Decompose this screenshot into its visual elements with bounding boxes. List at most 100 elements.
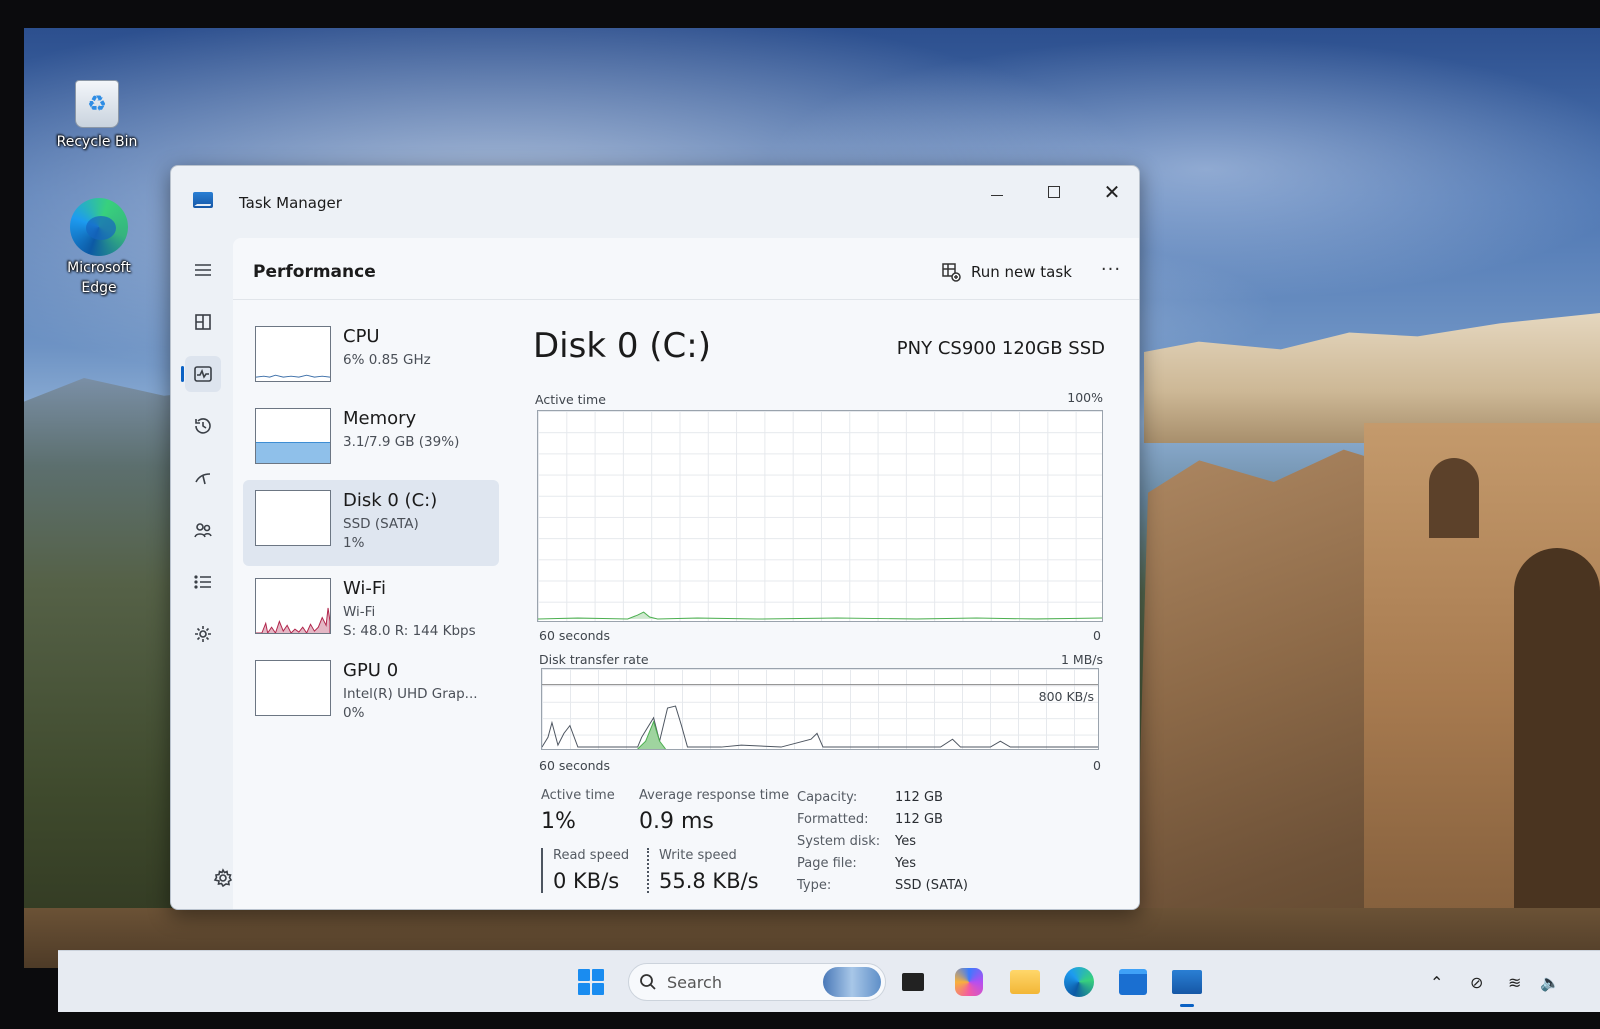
edge-icon xyxy=(70,198,128,256)
device-name: Memory xyxy=(343,408,417,429)
active-time-graph xyxy=(537,410,1103,622)
task-manager-icon xyxy=(1172,970,1202,994)
device-item-memory[interactable]: Memory 3.1/7.9 GB (39%) xyxy=(243,398,499,478)
processes-icon xyxy=(195,314,211,330)
wifi-mini-graph xyxy=(255,578,331,634)
file-explorer-button[interactable] xyxy=(1006,963,1044,1001)
prop-label-type: Type: xyxy=(797,878,832,893)
task-manager-window: Task Manager ✕ Performance Run new task … xyxy=(170,165,1140,910)
device-detail: SSD (SATA) xyxy=(343,516,419,532)
nav-startup-apps[interactable] xyxy=(185,460,221,496)
main-header: Performance Run new task ··· xyxy=(233,238,1139,300)
prop-value-type: SSD (SATA) xyxy=(895,878,968,893)
nav-performance[interactable] xyxy=(181,356,221,392)
device-throughput: S: 48.0 R: 144 Kbps xyxy=(343,623,476,639)
task-view-icon xyxy=(902,973,924,991)
device-detail: 6% 0.85 GHz xyxy=(343,352,431,368)
details-icon xyxy=(194,575,211,589)
cpu-mini-graph xyxy=(255,326,331,382)
device-usage: 0% xyxy=(343,705,365,721)
task-view-button[interactable] xyxy=(894,963,932,1001)
disk-mini-graph xyxy=(255,490,331,546)
network-offline-icon[interactable]: ⊘ xyxy=(1470,973,1483,992)
edge-taskbar-button[interactable] xyxy=(1060,963,1098,1001)
active-time-span: 60 seconds xyxy=(539,628,610,643)
more-options-button[interactable]: ··· xyxy=(1095,254,1127,286)
tray-overflow-icon[interactable]: ⌃ xyxy=(1430,973,1443,992)
nav-details[interactable] xyxy=(185,564,221,600)
transfer-rate-graph: 800 KB/s xyxy=(541,668,1099,750)
device-name: Wi-Fi xyxy=(343,578,386,599)
start-button[interactable] xyxy=(572,963,610,1001)
stat-value: 1% xyxy=(541,809,576,834)
gpu-mini-graph xyxy=(255,660,331,716)
wifi-icon[interactable]: ≋ xyxy=(1508,973,1521,992)
run-new-task-button[interactable]: Run new task xyxy=(933,256,1080,288)
prop-value-system-disk: Yes xyxy=(895,834,916,849)
device-detail: Intel(R) UHD Grap... xyxy=(343,686,478,702)
copilot-button[interactable] xyxy=(950,963,988,1001)
minimize-button[interactable] xyxy=(971,174,1023,210)
active-time-max: 100% xyxy=(1067,390,1103,405)
close-button[interactable]: ✕ xyxy=(1086,174,1138,210)
task-manager-app-icon xyxy=(193,192,213,208)
stat-label: Read speed xyxy=(553,848,630,863)
nav-hamburger[interactable] xyxy=(185,252,221,288)
hamburger-menu-icon xyxy=(195,264,211,276)
store-button[interactable] xyxy=(1114,963,1152,1001)
prop-label-capacity: Capacity: xyxy=(797,790,858,805)
device-detail: Wi-Fi xyxy=(343,604,376,620)
disk-detail-pane: Disk 0 (C:) PNY CS900 120GB SSD Active t… xyxy=(529,316,1109,896)
device-name: GPU 0 xyxy=(343,660,399,681)
edge-icon xyxy=(1064,967,1094,997)
transfer-rate-min: 0 xyxy=(1093,758,1101,773)
taskbar: Search ⌃ ⊘ ≋ 🔈 xyxy=(58,950,1600,1012)
performance-icon xyxy=(194,366,212,382)
device-name: Disk 0 (C:) xyxy=(343,490,438,511)
nav-app-history[interactable] xyxy=(185,408,221,444)
stat-label: Average response time xyxy=(639,788,790,803)
close-icon: ✕ xyxy=(1103,180,1121,204)
desktop-icon-edge[interactable]: Microsoft Edge xyxy=(54,198,144,298)
prop-value-formatted: 112 GB xyxy=(895,812,943,827)
task-manager-taskbar-button[interactable] xyxy=(1168,963,1206,1007)
taskbar-search[interactable]: Search xyxy=(628,963,886,1001)
device-item-gpu[interactable]: GPU 0 Intel(R) UHD Grap... 0% xyxy=(243,650,499,730)
device-name: CPU xyxy=(343,326,380,347)
nav-users[interactable] xyxy=(185,512,221,548)
stat-value: 0 KB/s xyxy=(553,869,620,893)
startup-apps-icon xyxy=(195,473,211,485)
stat-write-speed: Write speed 55.8 KB/s xyxy=(647,848,759,893)
stat-read-speed: Read speed 0 KB/s xyxy=(541,848,629,893)
run-new-task-label: Run new task xyxy=(971,263,1072,281)
main-panel: Performance Run new task ··· CPU 6% 0.85… xyxy=(233,238,1139,909)
volume-icon[interactable]: 🔈 xyxy=(1540,973,1560,992)
maximize-button[interactable] xyxy=(1028,174,1080,210)
minimize-icon xyxy=(991,194,1003,196)
device-usage: 1% xyxy=(343,535,365,551)
desktop-icon-label: Recycle Bin xyxy=(56,134,138,150)
stat-label: Active time xyxy=(541,788,615,803)
store-icon xyxy=(1119,969,1147,995)
search-placeholder: Search xyxy=(667,972,722,992)
active-time-min: 0 xyxy=(1093,628,1101,643)
nav-processes[interactable] xyxy=(185,304,221,340)
settings-icon xyxy=(213,868,233,888)
wallpaper-bridge-arch xyxy=(1514,548,1600,968)
nav-rail xyxy=(171,238,233,908)
device-item-wifi[interactable]: Wi-Fi Wi-Fi S: 48.0 R: 144 Kbps xyxy=(243,568,499,648)
title-bar[interactable]: Task Manager ✕ xyxy=(171,166,1139,238)
device-item-disk[interactable]: Disk 0 (C:) SSD (SATA) 1% xyxy=(243,480,499,566)
nav-services[interactable] xyxy=(185,616,221,652)
device-list: CPU 6% 0.85 GHz Memory 3.1/7.9 GB (39%) … xyxy=(243,316,499,732)
search-icon xyxy=(640,974,656,990)
prop-value-capacity: 112 GB xyxy=(895,790,943,805)
prop-value-page-file: Yes xyxy=(895,856,916,871)
prop-label-system-disk: System disk: xyxy=(797,834,881,849)
desktop-icon-recycle-bin[interactable]: ♻ Recycle Bin xyxy=(52,80,142,152)
device-item-cpu[interactable]: CPU 6% 0.85 GHz xyxy=(243,316,499,396)
users-icon xyxy=(194,523,212,538)
transfer-rate-line: 800 KB/s xyxy=(1038,689,1094,704)
prop-label-formatted: Formatted: xyxy=(797,812,869,827)
window-title: Task Manager xyxy=(239,194,342,212)
